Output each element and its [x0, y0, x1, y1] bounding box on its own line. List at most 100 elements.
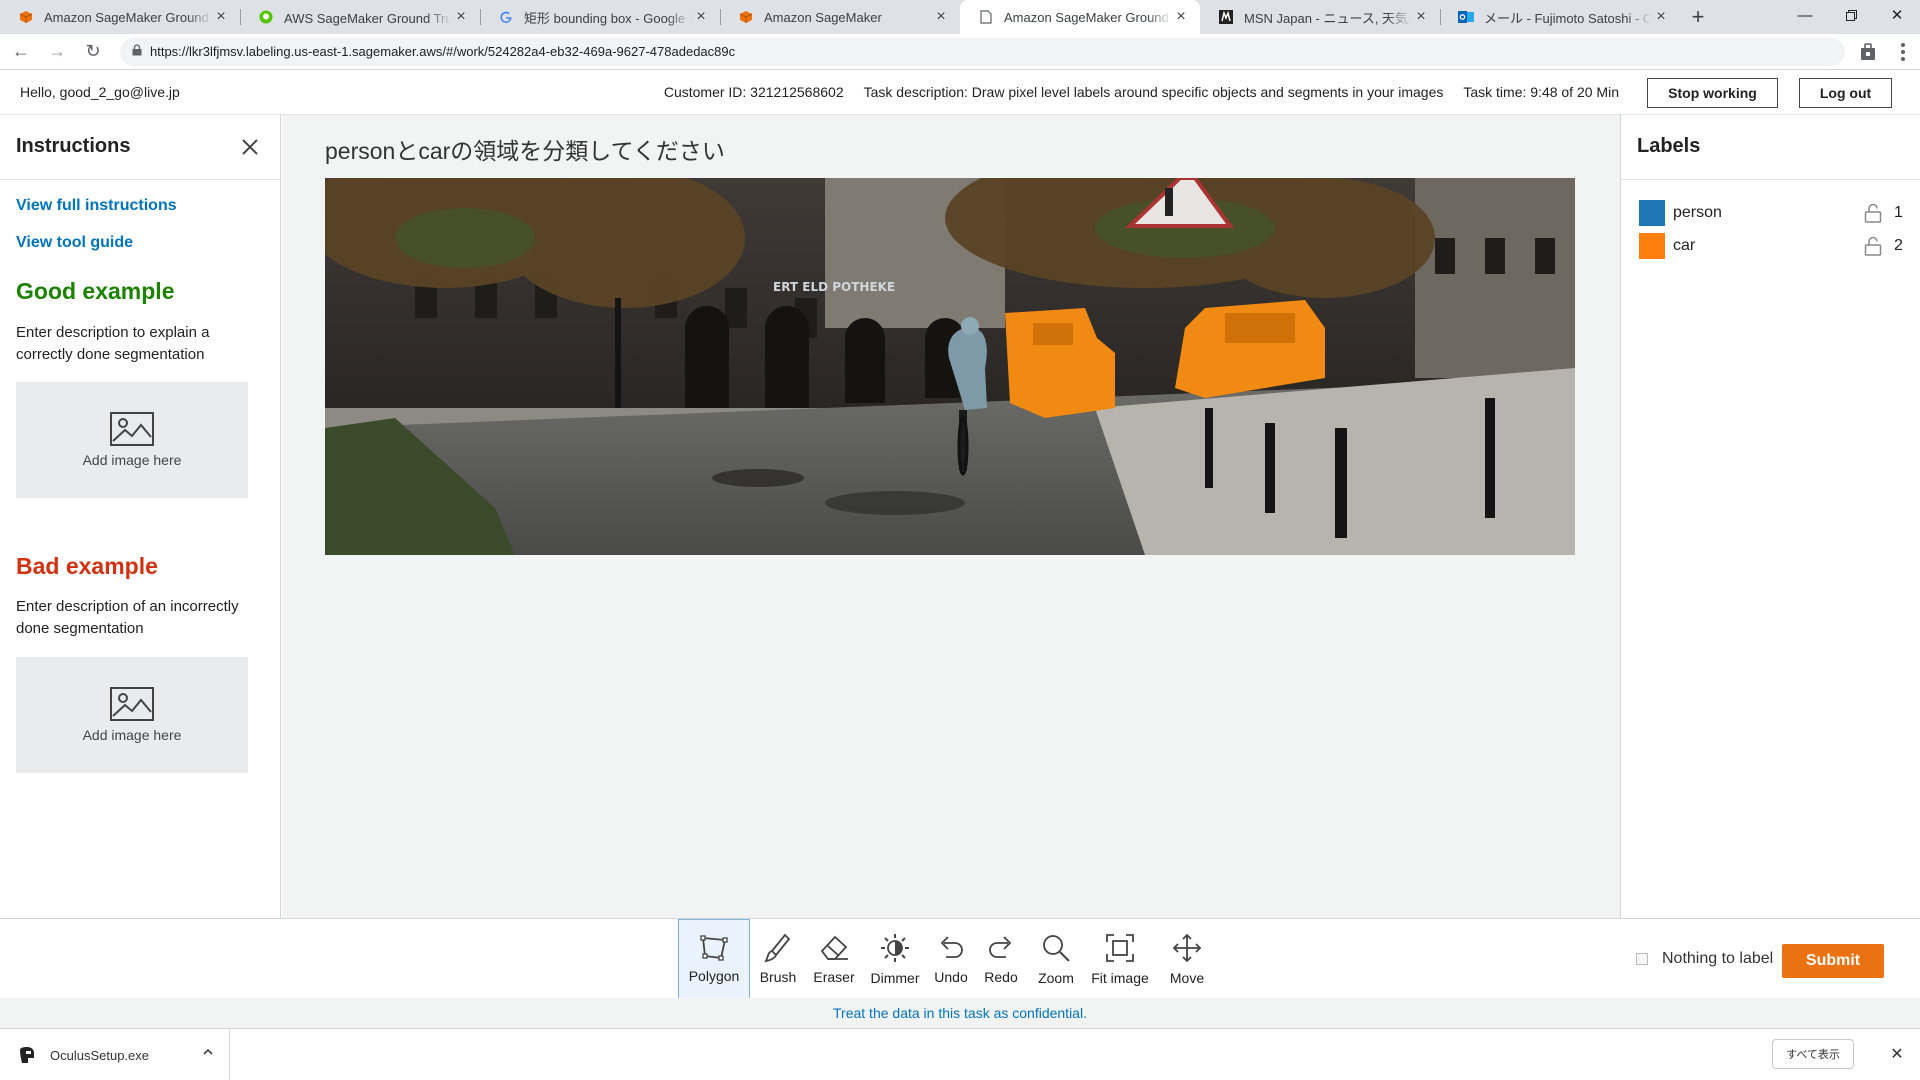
tool-label: Eraser: [813, 969, 855, 985]
browser-tab[interactable]: AWS SageMaker Ground Truthで ×: [240, 0, 480, 34]
eraser-tool-button[interactable]: Eraser: [806, 919, 862, 999]
log-out-button[interactable]: Log out: [1799, 78, 1892, 108]
chevron-up-icon[interactable]: [201, 1045, 215, 1059]
close-tab-icon[interactable]: ×: [1412, 8, 1430, 26]
close-tab-icon[interactable]: ×: [692, 8, 710, 26]
add-image-label: Add image here: [82, 727, 182, 743]
eraser-icon: [820, 935, 848, 960]
brush-icon: [764, 933, 791, 963]
task-timer: Task time: 9:48 of 20 Min: [1463, 84, 1619, 100]
labeling-image-canvas[interactable]: ERT ELD POTHEKE: [325, 178, 1575, 555]
move-icon: [1172, 933, 1202, 963]
labels-header: Labels: [1621, 115, 1920, 180]
image-icon: [110, 412, 154, 446]
tab-title: Amazon SageMaker: [764, 9, 882, 25]
tab-title: Amazon SageMaker Ground Truth: [44, 9, 212, 25]
aws-cube-icon: [18, 9, 34, 25]
view-full-instructions-link[interactable]: View full instructions: [16, 197, 177, 215]
storefront-sign: ERT ELD POTHEKE: [773, 280, 895, 294]
unlock-icon[interactable]: [1864, 203, 1882, 223]
browser-tab[interactable]: 矩形 bounding box - Google 検索 ×: [480, 0, 720, 34]
aws-cube-icon: [738, 9, 754, 25]
fit-image-button[interactable]: Fit image: [1084, 919, 1156, 999]
labels-title: Labels: [1637, 135, 1701, 157]
oculus-file-icon: [20, 1047, 34, 1063]
checkbox[interactable]: [1636, 953, 1648, 965]
browser-tab[interactable]: Amazon SageMaker Ground Truth ×: [0, 0, 240, 34]
new-tab-button[interactable]: +: [1680, 0, 1716, 34]
tool-label: Fit image: [1091, 970, 1149, 986]
zoom-button[interactable]: Zoom: [1028, 919, 1084, 999]
close-window-icon[interactable]: ✕: [1874, 0, 1920, 30]
download-item[interactable]: OculusSetup.exe: [0, 1029, 230, 1080]
label-item-car[interactable]: car 2: [1639, 233, 1904, 259]
tool-label: Undo: [934, 969, 968, 985]
tab-title: 矩形 bounding box - Google 検索: [524, 10, 692, 26]
instructions-title: Instructions: [16, 135, 131, 157]
good-example-image-placeholder[interactable]: Add image here: [16, 382, 248, 498]
downloads-shelf: OculusSetup.exe すべて表示 ✕: [0, 1028, 1920, 1080]
browser-tab[interactable]: MSN Japan - ニュース, 天気, メール ×: [1200, 0, 1440, 34]
tool-label: Zoom: [1038, 970, 1074, 986]
redo-icon: [989, 936, 1012, 958]
add-image-label: Add image here: [82, 452, 182, 468]
close-tab-icon[interactable]: ×: [1172, 8, 1190, 26]
zoom-icon: [1043, 935, 1070, 962]
redo-button[interactable]: Redo: [974, 919, 1028, 999]
url-text: https://lkr3lfjmsv.labeling.us-east-1.sa…: [150, 44, 736, 59]
forward-icon[interactable]: →: [42, 37, 72, 67]
polygon-tool-button[interactable]: Polygon: [678, 919, 750, 999]
labeling-workspace: personとcarの領域を分類してください ERT ELD POTHEKE: [282, 115, 1620, 918]
brush-tool-button[interactable]: Brush: [750, 919, 806, 999]
close-tab-icon[interactable]: ×: [212, 8, 230, 26]
tab-title: メール - Fujimoto Satoshi - Outlook: [1484, 10, 1652, 26]
window-controls: — ✕: [1782, 0, 1920, 30]
lock-icon: [132, 44, 142, 59]
close-tab-icon[interactable]: ×: [452, 8, 470, 26]
undo-button[interactable]: Undo: [928, 919, 974, 999]
image-icon: [110, 687, 154, 721]
tool-label: Brush: [759, 969, 797, 985]
address-bar[interactable]: https://lkr3lfjmsv.labeling.us-east-1.sa…: [120, 37, 1845, 66]
restore-icon[interactable]: [1828, 0, 1874, 30]
fit-image-icon: [1106, 934, 1134, 962]
submit-button[interactable]: Submit: [1782, 944, 1884, 978]
labels-panel: Labels person 1 car 2: [1620, 115, 1920, 918]
label-name: car: [1673, 237, 1696, 254]
tab-title: Amazon SageMaker Ground Truth: [1004, 9, 1172, 25]
task-prompt: personとcarの領域を分類してください: [325, 138, 725, 164]
extension-icon[interactable]: [1860, 43, 1876, 61]
outlook-icon: [1458, 9, 1474, 25]
task-meta: Customer ID: 321212568602 Task descripti…: [664, 84, 1619, 100]
bad-example-image-placeholder[interactable]: Add image here: [16, 657, 248, 773]
browser-tab-active[interactable]: Amazon SageMaker Ground Truth ×: [960, 0, 1200, 34]
msn-icon: [1218, 9, 1234, 25]
app-header: Hello, good_2_go@live.jp Customer ID: 32…: [0, 70, 1920, 115]
reload-icon[interactable]: ↻: [78, 37, 108, 67]
dimmer-tool-button[interactable]: Dimmer: [862, 919, 928, 999]
nothing-to-label-checkbox[interactable]: Nothing to label: [1636, 950, 1773, 968]
move-tool-button[interactable]: Move: [1156, 919, 1218, 999]
browser-tab[interactable]: メール - Fujimoto Satoshi - Outlook ×: [1440, 0, 1680, 34]
good-example-description: Enter description to explain a correctly…: [16, 324, 210, 363]
close-icon[interactable]: [240, 137, 260, 157]
minimize-icon[interactable]: —: [1782, 0, 1828, 30]
view-tool-guide-link[interactable]: View tool guide: [16, 234, 133, 252]
close-tab-icon[interactable]: ×: [1652, 8, 1670, 26]
browser-tab[interactable]: Amazon SageMaker ×: [720, 0, 960, 34]
back-icon[interactable]: ←: [6, 37, 36, 67]
label-shortcut-key: 2: [1894, 237, 1903, 254]
good-example-title: Good example: [16, 278, 175, 304]
label-color-swatch: [1639, 233, 1665, 259]
browser-menu-icon[interactable]: [1900, 41, 1906, 63]
download-file-name: OculusSetup.exe: [50, 1047, 150, 1063]
unlock-icon[interactable]: [1864, 236, 1882, 256]
close-tab-icon[interactable]: ×: [932, 8, 950, 26]
tab-title: MSN Japan - ニュース, 天気, メール: [1244, 10, 1412, 26]
browser-tab-strip: Amazon SageMaker Ground Truth × AWS Sage…: [0, 0, 1920, 34]
stop-working-button[interactable]: Stop working: [1647, 78, 1778, 108]
close-shelf-icon[interactable]: ✕: [1888, 1045, 1906, 1063]
show-all-downloads-button[interactable]: すべて表示: [1772, 1039, 1854, 1069]
label-item-person[interactable]: person 1: [1639, 200, 1904, 226]
dimmer-icon: [881, 934, 909, 962]
